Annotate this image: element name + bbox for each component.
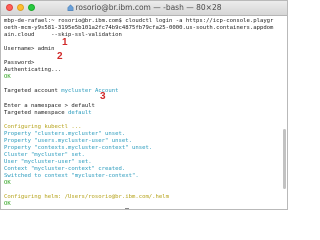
home-folder-icon bbox=[67, 4, 73, 11]
terminal-value: default bbox=[68, 109, 92, 116]
text-cursor bbox=[125, 208, 129, 209]
terminal-line: Authenticating... bbox=[4, 67, 279, 74]
terminal-line: Enter a namespace > default bbox=[4, 103, 279, 110]
annotation-marker-1: 1 bbox=[62, 37, 68, 48]
vertical-scrollbar[interactable] bbox=[281, 18, 286, 207]
terminal-line: mbp-de-rafael:~ rosorio@br.ibm.com$ clou… bbox=[4, 18, 279, 25]
terminal-line: Context "mycluster-context" created. bbox=[4, 166, 279, 173]
annotation-marker-3: 3 bbox=[100, 91, 106, 102]
window-title: rosorio@br.ibm.com — -bash — 80×28 bbox=[1, 3, 287, 12]
terminal-text: Enter a namespace > default bbox=[4, 102, 95, 109]
terminal-line: OK bbox=[4, 74, 279, 81]
terminal-text: OK bbox=[4, 201, 11, 208]
terminal-text: Property "clusters.mycluster" unset. bbox=[4, 130, 126, 137]
terminal-window: rosorio@br.ibm.com — -bash — 80×28 mbp-d… bbox=[0, 0, 288, 210]
terminal-text: Configuring kubectl ... bbox=[4, 123, 82, 130]
terminal-line: OK bbox=[4, 180, 279, 187]
window-title-text: rosorio@br.ibm.com — -bash — 80×28 bbox=[75, 3, 222, 12]
title-bar[interactable]: rosorio@br.ibm.com — -bash — 80×28 bbox=[1, 1, 287, 16]
terminal-text: Username> admin bbox=[4, 46, 55, 53]
terminal-line: Username> admin bbox=[4, 46, 279, 53]
terminal-line: Property "contexts.mycluster-context" un… bbox=[4, 145, 279, 152]
terminal-text: Context "mycluster-context" created. bbox=[4, 165, 126, 172]
terminal-line: Cluster "mycluster" set. bbox=[4, 152, 279, 159]
terminal-text: Property "contexts.mycluster-context" un… bbox=[4, 144, 153, 151]
terminal-line: Configuring helm: /Users/rosorio@br.ibm.… bbox=[4, 194, 279, 201]
terminal-text: Authenticating... bbox=[4, 67, 62, 74]
terminal-output[interactable]: mbp-de-rafael:~ rosorio@br.ibm.com$ clou… bbox=[4, 18, 279, 209]
terminal-line: oeth-mcm-y9s581-3195e5b101a2fc74b9c4875f… bbox=[4, 25, 279, 32]
terminal-line: Targeted namespace default bbox=[4, 110, 279, 117]
terminal-text: Cluster "mycluster" set. bbox=[4, 151, 85, 158]
terminal-text: Targeted namespace bbox=[4, 109, 68, 116]
terminal-line: Password> bbox=[4, 60, 279, 67]
terminal-line: Switched to context "mycluster-context". bbox=[4, 173, 279, 180]
terminal-value: mycluster Account bbox=[61, 88, 119, 95]
terminal-text: mbp-de-rafael:~ rosorio@br.ibm.com$ clou… bbox=[4, 18, 274, 24]
terminal-line: Property "clusters.mycluster" unset. bbox=[4, 131, 279, 138]
scrollbar-thumb[interactable] bbox=[283, 129, 286, 189]
terminal-line: Property "users.mycluster-user" unset. bbox=[4, 138, 279, 145]
terminal-text: Configuring helm: /Users/rosorio@br.ibm.… bbox=[4, 194, 170, 201]
terminal-line: OK bbox=[4, 201, 279, 208]
terminal-text: OK bbox=[4, 74, 11, 81]
terminal-line: Configuring kubectl ... bbox=[4, 124, 279, 131]
terminal-text: Password> bbox=[4, 60, 35, 67]
terminal-text: OK bbox=[4, 180, 11, 187]
terminal-text: oeth-mcm-y9s581-3195e5b101a2fc74b9c4875f… bbox=[4, 25, 274, 32]
terminal-line: User "mycluster-user" set. bbox=[4, 159, 279, 166]
terminal-text: Switched to context "mycluster-context". bbox=[4, 173, 139, 180]
terminal-line: mbp-de-rafael:~ rosorio@br.ibm.com$ bbox=[4, 208, 279, 209]
terminal-line: Targeted account mycluster Account bbox=[4, 88, 279, 95]
terminal-text: Property "users.mycluster-user" unset. bbox=[4, 137, 132, 144]
terminal-line: ain.cloud --skip-ssl-validation bbox=[4, 32, 279, 39]
annotation-marker-2: 2 bbox=[57, 51, 63, 62]
terminal-text: Targeted account bbox=[4, 88, 62, 95]
terminal-text: User "mycluster-user" set. bbox=[4, 158, 92, 165]
